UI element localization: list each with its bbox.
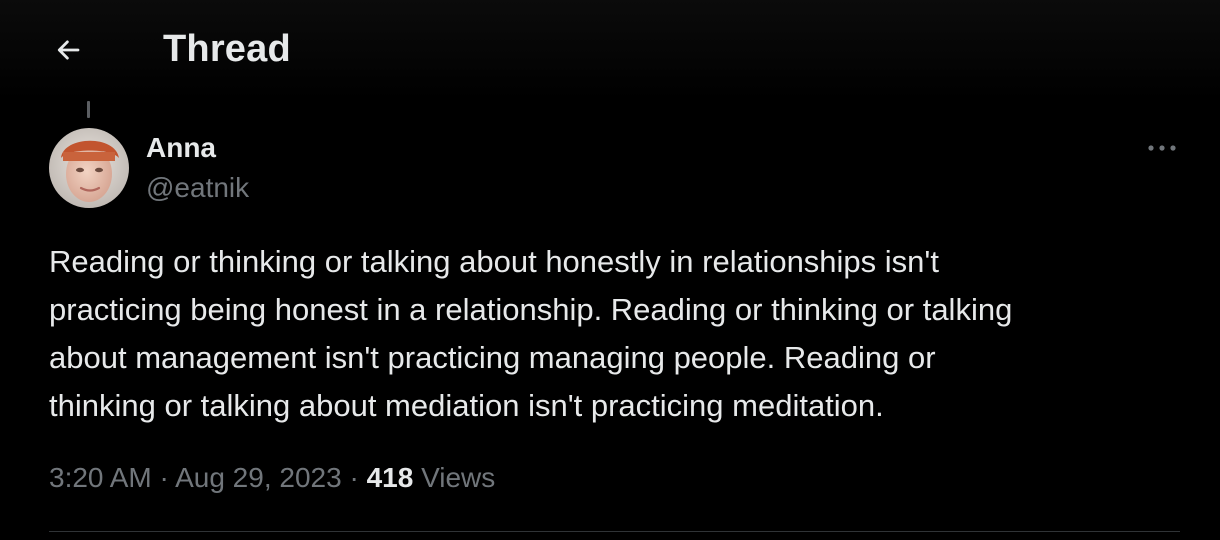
avatar-photo [49, 128, 129, 208]
thread-header: Thread [0, 0, 1220, 100]
tweet-date[interactable]: Aug 29, 2023 [175, 462, 342, 493]
back-button[interactable] [44, 26, 92, 74]
tweet-text: Reading or thinking or talking about hon… [49, 244, 1013, 423]
arrow-left-icon [57, 40, 80, 60]
meta-separator: · [341, 462, 367, 493]
views-count[interactable]: 418 [367, 462, 414, 493]
divider [49, 531, 1180, 532]
meta-separator: · [151, 462, 176, 493]
author-handle[interactable]: @eatnik [146, 172, 249, 204]
tweet-time[interactable]: 3:20 AM [49, 462, 152, 493]
author-display-name[interactable]: Anna [146, 132, 216, 164]
author-avatar[interactable] [49, 128, 129, 208]
thread-connector-line [87, 101, 90, 118]
page-title: Thread [163, 28, 291, 70]
views-label: Views [421, 462, 496, 493]
more-horizontal-icon [1148, 145, 1176, 151]
tweet-meta: 3:20 AM · Aug 29, 2023 · 418 Views [49, 462, 495, 494]
more-options-button[interactable] [1142, 130, 1182, 166]
